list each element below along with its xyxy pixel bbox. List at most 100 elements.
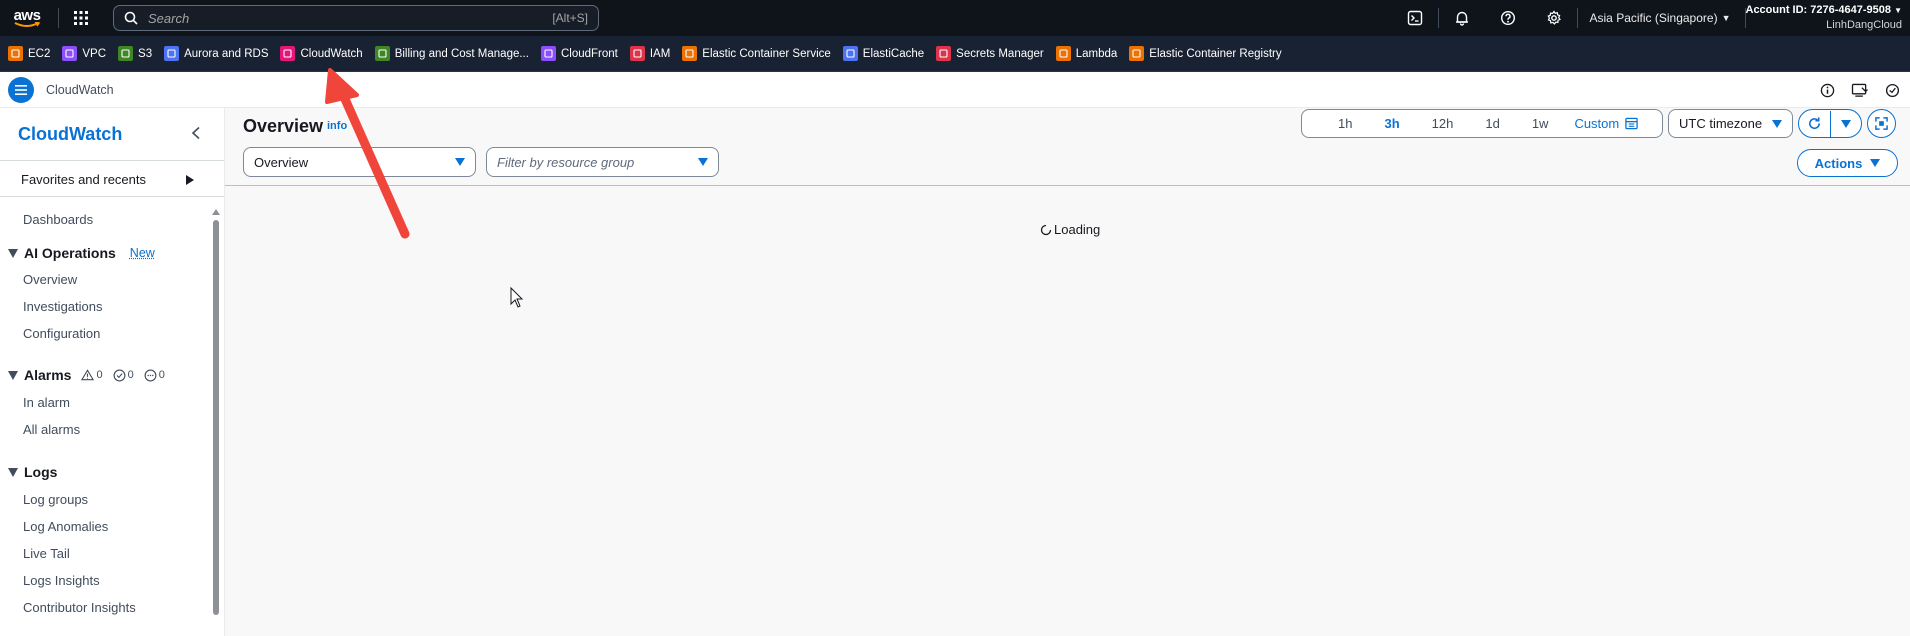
time-range-custom[interactable]: Custom: [1564, 116, 1638, 131]
sidebar-item-in-alarm[interactable]: In alarm: [23, 395, 70, 410]
settings-icon[interactable]: [1531, 0, 1577, 36]
time-range-selector: 1h 3h 12h 1d 1w Custom: [1301, 109, 1663, 138]
favorite-cloudfront[interactable]: CloudFront: [540, 46, 618, 61]
sidebar-item-dashboards[interactable]: Dashboards: [23, 212, 93, 227]
time-range-1w[interactable]: 1w: [1516, 116, 1565, 131]
loading-text: Loading: [1054, 222, 1101, 237]
timezone-value: UTC timezone: [1679, 116, 1763, 131]
section-ai-operations[interactable]: AI Operations New: [8, 245, 155, 261]
search-input[interactable]: Search [Alt+S]: [113, 5, 599, 31]
help-icon[interactable]: [1485, 0, 1531, 36]
sidebar-item-log-anomalies[interactable]: Log Anomalies: [23, 519, 108, 534]
count-value: 0: [96, 369, 103, 381]
alarm-count-ok[interactable]: 0: [113, 369, 134, 382]
notifications-panel-icon[interactable]: [1851, 83, 1869, 98]
time-range-12h[interactable]: 12h: [1416, 116, 1470, 131]
sidebar-item-live-tail[interactable]: Live Tail: [23, 546, 70, 561]
menu-toggle-icon[interactable]: [8, 76, 34, 103]
side-navigation: CloudWatch Favorites and recents Dashboa…: [0, 108, 225, 636]
favorite-billing-and-cost-manage[interactable]: Billing and Cost Manage...: [374, 46, 529, 61]
sidebar-item-contributor-insights[interactable]: Contributor Insights: [23, 600, 136, 615]
info-icon[interactable]: [1820, 83, 1835, 98]
resource-group-filter[interactable]: Filter by resource group: [486, 147, 719, 177]
service-icon: [540, 46, 556, 61]
new-badge[interactable]: New: [130, 246, 155, 260]
aws-logo[interactable]: aws: [4, 0, 50, 36]
spinner-icon: [1040, 224, 1052, 235]
time-range-1d[interactable]: 1d: [1469, 116, 1515, 131]
favorite-elastic-container-service[interactable]: Elastic Container Service: [682, 46, 831, 61]
refresh-button-group: [1798, 109, 1862, 138]
favorite-vpc[interactable]: VPC: [62, 46, 106, 61]
calendar-icon: [1625, 117, 1638, 130]
overview-select-value: Overview: [254, 154, 309, 170]
caret-right-icon[interactable]: [185, 175, 194, 185]
favorite-s3[interactable]: S3: [118, 46, 152, 61]
time-range-1h[interactable]: 1h: [1322, 116, 1368, 131]
sidebar-item-ai-overview[interactable]: Overview: [23, 272, 77, 287]
favorite-aurora-and-rds[interactable]: Aurora and RDS: [164, 46, 268, 61]
refresh-button[interactable]: [1799, 111, 1830, 137]
cloudshell-icon[interactable]: [1392, 0, 1438, 36]
count-value: 0: [127, 369, 134, 381]
caret-down-icon: [1840, 119, 1851, 128]
region-label: Asia Pacific (Singapore): [1589, 11, 1718, 25]
refresh-icon: [1808, 117, 1820, 130]
page-title: Overview: [243, 116, 324, 136]
sidebar-title[interactable]: CloudWatch: [18, 124, 122, 145]
service-icon: [842, 46, 858, 61]
timezone-select[interactable]: UTC timezone: [1668, 109, 1793, 138]
favorite-lambda[interactable]: Lambda: [1055, 46, 1117, 61]
section-alarms[interactable]: Alarms 0 0 0: [8, 367, 165, 383]
console-header: CloudWatch: [0, 72, 1910, 108]
search-icon: [124, 11, 138, 25]
alarm-count-insufficient[interactable]: 0: [144, 369, 165, 382]
collapse-sidebar-icon[interactable]: [190, 126, 202, 140]
fullscreen-button[interactable]: [1867, 109, 1896, 138]
account-menu[interactable]: Account ID: 7276-4647-9508 ▼ LinhDangClo…: [1746, 3, 1910, 33]
favorites-and-recents[interactable]: Favorites and recents: [21, 172, 146, 187]
feedback-icon[interactable]: [1885, 83, 1900, 98]
actions-button[interactable]: Actions: [1797, 149, 1898, 177]
aws-logo-text: aws: [13, 6, 41, 24]
caret-down-icon: [1870, 159, 1881, 167]
region-selector[interactable]: Asia Pacific (Singapore) ▼: [1578, 11, 1745, 25]
favorite-label: CloudFront: [560, 47, 618, 60]
account-id: Account ID: 7276-4647-9508: [1745, 4, 1892, 16]
scroll-up-icon[interactable]: [211, 208, 221, 216]
breadcrumb-service[interactable]: CloudWatch: [46, 83, 114, 97]
favorite-elasticache[interactable]: ElastiCache: [842, 46, 924, 61]
sidebar-item-logs-insights[interactable]: Logs Insights: [23, 573, 100, 588]
service-icon: [629, 46, 645, 61]
sidebar-item-investigations[interactable]: Investigations: [23, 299, 103, 314]
count-value: 0: [158, 369, 165, 381]
favorite-cloudwatch[interactable]: CloudWatch: [280, 46, 363, 61]
top-navigation: aws Search [Alt+S] Asia Pacific (Singapo: [0, 0, 1910, 36]
scrollbar-thumb[interactable]: [213, 220, 219, 615]
favorite-label: EC2: [28, 47, 51, 60]
favorite-elastic-container-registry[interactable]: Elastic Container Registry: [1129, 46, 1282, 61]
section-logs[interactable]: Logs: [8, 464, 57, 480]
services-menu-icon[interactable]: [59, 0, 103, 36]
favorite-ec2[interactable]: EC2: [8, 46, 50, 61]
divider: [0, 160, 224, 161]
favorite-label: Billing and Cost Manage...: [394, 47, 529, 60]
account-user: LinhDangCloud: [1826, 19, 1902, 31]
time-range-3h[interactable]: 3h: [1368, 116, 1415, 131]
info-link[interactable]: info: [327, 120, 347, 132]
alarm-count-in-alarm[interactable]: 0: [81, 369, 103, 381]
divider: [0, 196, 224, 197]
resource-group-placeholder: Filter by resource group: [497, 154, 635, 170]
sidebar-item-all-alarms[interactable]: All alarms: [23, 422, 80, 437]
sidebar-item-configuration[interactable]: Configuration: [23, 326, 100, 341]
sidebar-scrollbar[interactable]: [211, 206, 221, 636]
sidebar-item-log-groups[interactable]: Log groups: [23, 492, 88, 507]
bell-icon[interactable]: [1439, 0, 1485, 36]
search-shortcut: [Alt+S]: [552, 11, 588, 25]
caret-down-icon: [8, 370, 18, 380]
overview-select[interactable]: Overview: [243, 147, 476, 177]
favorite-secrets-manager[interactable]: Secrets Manager: [936, 46, 1044, 61]
favorite-label: CloudWatch: [300, 47, 363, 60]
refresh-options-button[interactable]: [1831, 111, 1862, 137]
favorite-iam[interactable]: IAM: [629, 46, 670, 61]
